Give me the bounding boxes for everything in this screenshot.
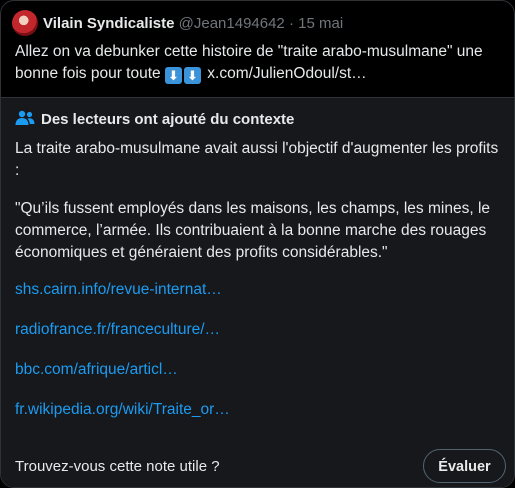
note-source-link[interactable]: radiofrance.fr/franceculture/… <box>15 319 220 341</box>
note-header: Des lecteurs ont ajouté du contexte <box>15 110 294 130</box>
tweet-date[interactable]: 15 mai <box>298 15 343 32</box>
note-source-link[interactable]: bbc.com/afrique/articl… <box>15 359 178 381</box>
separator-dot: · <box>288 15 294 32</box>
community-note: Des lecteurs ont ajouté du contexte La t… <box>1 97 514 487</box>
tweet-header: Vilain Syndicaliste @Jean1494642 · 15 ma… <box>43 14 343 34</box>
helpful-question: Trouvez-vous cette note utile ? <box>15 458 220 475</box>
tweet-text-line2: bonne fois pour toute <box>15 65 161 82</box>
rate-button[interactable]: Évaluer <box>423 449 506 483</box>
author-name[interactable]: Vilain Syndicaliste <box>43 15 174 32</box>
note-quote: "Qu’ils fussent employés dans les maison… <box>15 200 491 261</box>
note-source-link[interactable]: fr.wikipedia.org/wiki/Traite_or… <box>15 399 230 421</box>
note-paragraph: La traite arabo-musulmane avait aussi l'… <box>15 140 499 179</box>
tweet-text-line1: Allez on va debunker cette histoire de "… <box>15 43 483 60</box>
tweet[interactable]: Vilain Syndicaliste @Jean1494642 · 15 ma… <box>1 1 514 97</box>
note-source-link[interactable]: shs.cairn.info/revue-internat… <box>15 279 222 301</box>
note-body: La traite arabo-musulmane avait aussi l'… <box>15 138 505 280</box>
down-arrow-emoji-icon: ⬇ <box>183 67 201 84</box>
note-header-label: Des lecteurs ont ajouté du contexte <box>41 111 295 128</box>
author-handle[interactable]: @Jean1494642 <box>179 15 285 32</box>
tweet-quoted-link[interactable]: x.com/JulienOdoul/st… <box>207 65 366 82</box>
tweet-card: Vilain Syndicaliste @Jean1494642 · 15 ma… <box>0 0 515 488</box>
tweet-text: Allez on va debunker cette histoire de "… <box>15 41 505 85</box>
avatar[interactable] <box>12 10 38 36</box>
down-arrow-emoji-icon: ⬇ <box>164 67 182 84</box>
people-icon <box>15 110 35 125</box>
